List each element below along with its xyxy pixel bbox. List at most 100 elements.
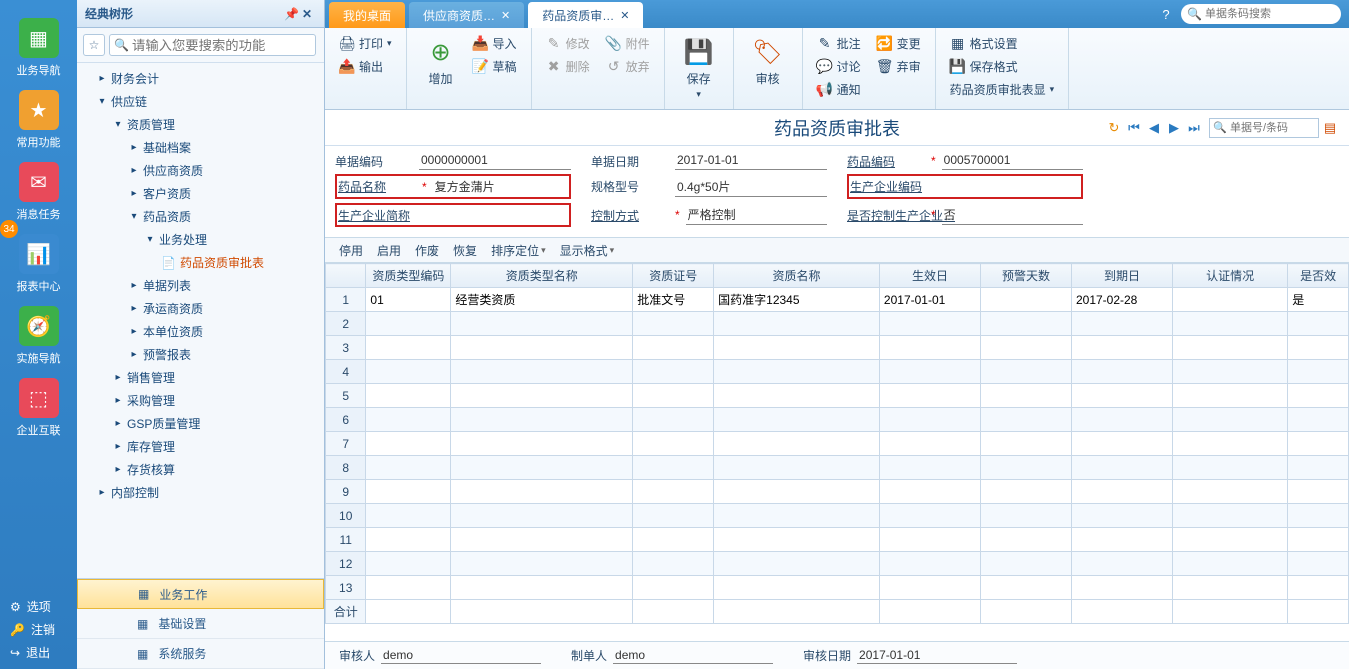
- cell[interactable]: 经营类资质: [451, 288, 633, 312]
- tree-node[interactable]: ▸单据列表: [77, 274, 324, 297]
- vnav-item[interactable]: 🧭实施导航: [9, 302, 69, 374]
- table-row[interactable]: 3: [326, 336, 1349, 360]
- cell[interactable]: [633, 360, 714, 384]
- cell[interactable]: [451, 576, 633, 600]
- mfr-code-value[interactable]: [934, 178, 1080, 196]
- tree-node[interactable]: ▸库存管理: [77, 435, 324, 458]
- cell[interactable]: [366, 432, 451, 456]
- table-row[interactable]: 6: [326, 408, 1349, 432]
- cell[interactable]: [633, 528, 714, 552]
- cell[interactable]: [1288, 360, 1349, 384]
- cell[interactable]: [981, 384, 1072, 408]
- cell[interactable]: [633, 456, 714, 480]
- cell[interactable]: [714, 384, 880, 408]
- cell[interactable]: [451, 528, 633, 552]
- cell[interactable]: [879, 576, 980, 600]
- cell[interactable]: [714, 552, 880, 576]
- tree-node[interactable]: ▸客户资质: [77, 182, 324, 205]
- cell[interactable]: [981, 576, 1072, 600]
- tree-node[interactable]: ▸采购管理: [77, 389, 324, 412]
- vnav-bottom-item[interactable]: ⚙选项: [10, 598, 77, 615]
- cell[interactable]: [1071, 336, 1172, 360]
- cell[interactable]: [981, 288, 1072, 312]
- table-row[interactable]: 8: [326, 456, 1349, 480]
- cell[interactable]: [1288, 312, 1349, 336]
- cell[interactable]: [981, 432, 1072, 456]
- tree-node[interactable]: ▾药品资质: [77, 205, 324, 228]
- cell[interactable]: [1071, 576, 1172, 600]
- cell[interactable]: [451, 408, 633, 432]
- refresh-icon[interactable]: ↻: [1105, 119, 1123, 137]
- tree-node[interactable]: ▸存货核算: [77, 458, 324, 481]
- vnav-item[interactable]: ★常用功能: [9, 86, 69, 158]
- cell[interactable]: [1071, 432, 1172, 456]
- first-icon[interactable]: ⏮: [1125, 119, 1143, 137]
- cell[interactable]: [879, 360, 980, 384]
- tree-search-input[interactable]: [109, 34, 316, 56]
- ctrl-mfr-label[interactable]: 是否控制生产企业…: [847, 207, 925, 224]
- tree-bottom-tab[interactable]: ▦系统服务: [77, 639, 324, 669]
- cell[interactable]: [451, 336, 633, 360]
- cell[interactable]: [1173, 408, 1288, 432]
- change-button[interactable]: 🔁变更: [871, 32, 927, 55]
- cell[interactable]: [981, 504, 1072, 528]
- cell[interactable]: [714, 408, 880, 432]
- cell[interactable]: [879, 432, 980, 456]
- tree-node[interactable]: ▸本单位资质: [77, 320, 324, 343]
- ctrl-label[interactable]: 控制方式: [591, 207, 669, 224]
- tree-bottom-tab[interactable]: ▦业务工作: [77, 579, 324, 609]
- cell[interactable]: [879, 312, 980, 336]
- cell[interactable]: 2017-01-01: [879, 288, 980, 312]
- cell[interactable]: [1173, 336, 1288, 360]
- abandon-button[interactable]: ↺放弃: [600, 55, 656, 78]
- vnav-item[interactable]: 📊报表中心: [9, 230, 69, 302]
- cell[interactable]: [714, 480, 880, 504]
- cell[interactable]: [714, 528, 880, 552]
- cell[interactable]: [1288, 504, 1349, 528]
- spec-value[interactable]: 0.4g*50片: [675, 177, 827, 197]
- cell[interactable]: [714, 576, 880, 600]
- column-header[interactable]: 资质证号: [633, 264, 714, 288]
- save-button[interactable]: 💾保存▾: [673, 32, 725, 104]
- column-header[interactable]: 资质类型编码: [366, 264, 451, 288]
- action-item[interactable]: 作废: [415, 242, 439, 259]
- action-item[interactable]: 排序定位▾: [491, 242, 546, 259]
- cell[interactable]: [714, 504, 880, 528]
- cell[interactable]: [1173, 528, 1288, 552]
- vnav-bottom-item[interactable]: ↪退出: [10, 644, 77, 661]
- cell[interactable]: [451, 384, 633, 408]
- tree-node[interactable]: ▾供应链: [77, 90, 324, 113]
- cell[interactable]: 01: [366, 288, 451, 312]
- cell[interactable]: [1288, 456, 1349, 480]
- cell[interactable]: 是: [1288, 288, 1349, 312]
- close-icon[interactable]: ✕: [501, 9, 510, 22]
- cell[interactable]: [1173, 288, 1288, 312]
- cell[interactable]: [879, 480, 980, 504]
- print-button[interactable]: 🖨打印▾: [333, 32, 398, 55]
- cell[interactable]: [1288, 480, 1349, 504]
- tab[interactable]: 我的桌面: [329, 2, 405, 28]
- cell[interactable]: [879, 336, 980, 360]
- mfr-code-label[interactable]: 生产企业编码: [850, 178, 928, 195]
- vnav-item[interactable]: ✉消息任务: [9, 158, 69, 230]
- cell[interactable]: [1288, 552, 1349, 576]
- cell[interactable]: [981, 528, 1072, 552]
- column-header[interactable]: 预警天数: [981, 264, 1072, 288]
- close-icon[interactable]: ✕: [302, 7, 316, 21]
- ctrl-mfr-value[interactable]: 否: [942, 205, 1083, 225]
- cell[interactable]: [451, 360, 633, 384]
- action-item[interactable]: 恢复: [453, 242, 477, 259]
- tree-node[interactable]: ▸基础档案: [77, 136, 324, 159]
- tree-node[interactable]: ▾业务处理: [77, 228, 324, 251]
- action-item[interactable]: 停用: [339, 242, 363, 259]
- cell[interactable]: [714, 336, 880, 360]
- cell[interactable]: [633, 480, 714, 504]
- drug-code-label[interactable]: 药品编码: [847, 153, 925, 170]
- cell[interactable]: [1288, 576, 1349, 600]
- help-icon[interactable]: ?: [1157, 5, 1175, 23]
- cell[interactable]: [366, 336, 451, 360]
- cell[interactable]: [366, 456, 451, 480]
- cell[interactable]: [1071, 480, 1172, 504]
- cell[interactable]: [981, 408, 1072, 432]
- tree-node[interactable]: ▸内部控制: [77, 481, 324, 504]
